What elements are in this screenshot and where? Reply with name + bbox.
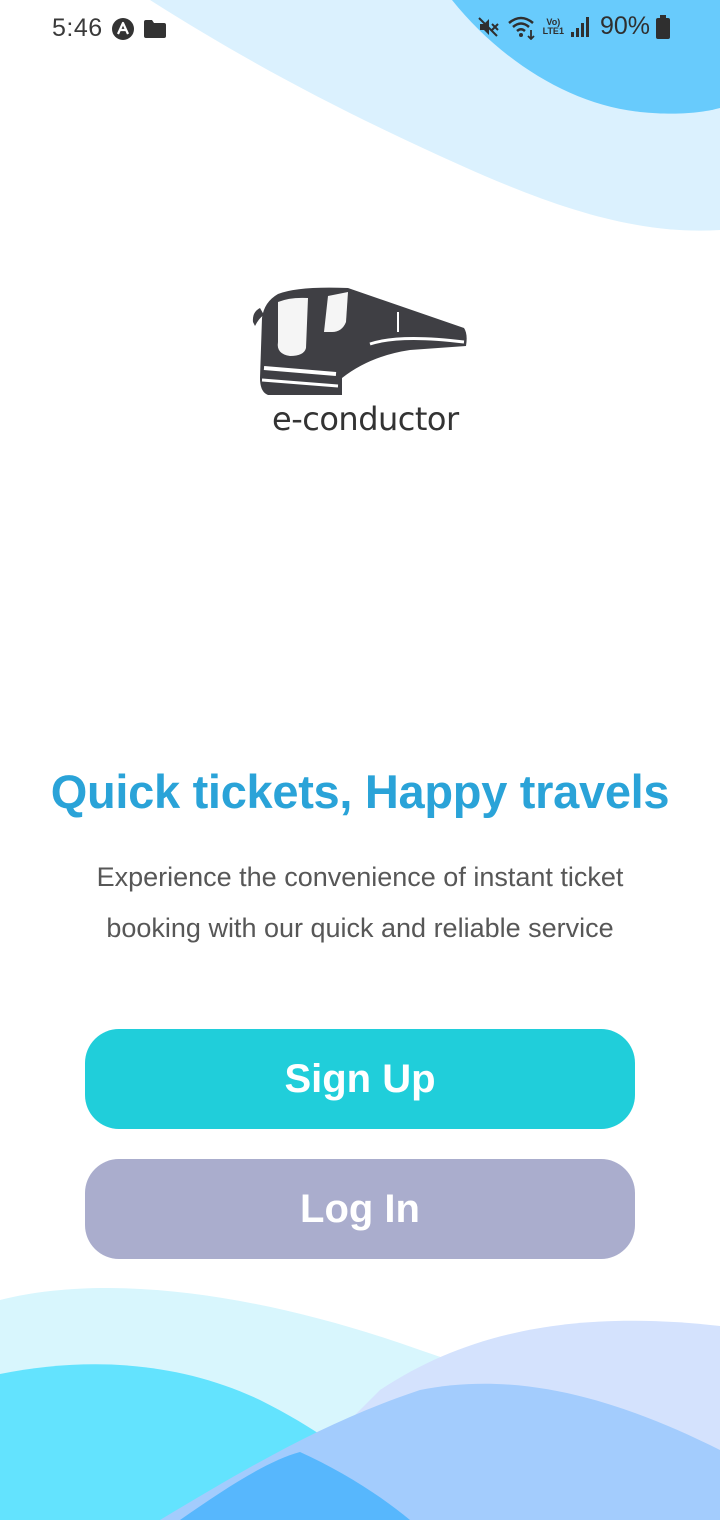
mute-icon: [477, 16, 499, 37]
network-type-label: Vo) LTE1: [542, 17, 564, 36]
network-label-bottom: LTE1: [542, 25, 564, 36]
signal-icon: [570, 16, 589, 37]
app-icon: [112, 18, 134, 40]
status-right-icons: Vo) LTE1 90%: [477, 12, 670, 41]
app-logo-text: e-conductor: [272, 400, 459, 438]
sign-up-button[interactable]: Sign Up: [85, 1029, 635, 1129]
log-in-button[interactable]: Log In: [85, 1159, 635, 1259]
status-bar: 5:46 Vo) LTE1 90%: [0, 0, 720, 60]
status-left-icons: [111, 17, 167, 41]
bottom-wave-decoration: [0, 1288, 720, 1520]
description-line-2: booking with our quick and reliable serv…: [106, 913, 614, 943]
description-line-1: Experience the convenience of instant ti…: [96, 862, 624, 892]
folder-icon: [144, 20, 166, 38]
description: Experience the convenience of instant ti…: [40, 852, 680, 954]
battery-icon: [656, 14, 670, 39]
welcome-screen: 5:46 Vo) LTE1 90% e-conductor Quick tick…: [0, 0, 720, 1520]
battery-percentage: 90%: [599, 12, 650, 40]
status-time: 5:46: [52, 14, 103, 42]
wifi-icon: [507, 16, 535, 40]
headline: Quick tickets, Happy travels: [50, 765, 670, 818]
